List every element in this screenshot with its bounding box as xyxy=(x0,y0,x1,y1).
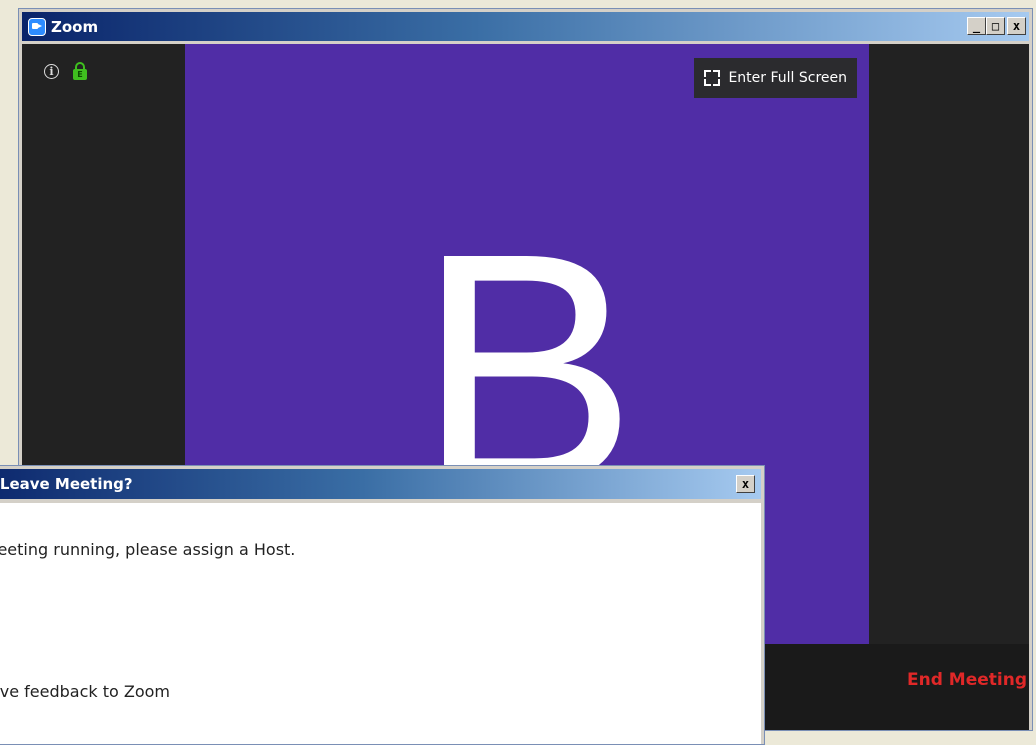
title-bar[interactable]: Zoom _ □ x xyxy=(22,12,1029,41)
dialog-body: is meeting running, please assign a Host… xyxy=(0,503,761,744)
close-button[interactable]: x xyxy=(1007,17,1026,35)
window-controls: _ □ x xyxy=(967,17,1026,35)
zoom-app-icon xyxy=(28,17,46,36)
end-meeting-button[interactable]: End Meeting xyxy=(907,670,1027,690)
dialog-close-button[interactable]: x xyxy=(736,475,755,493)
fullscreen-label: Enter Full Screen xyxy=(728,70,847,86)
end-or-leave-dialog: g or Leave Meeting? x is meeting running… xyxy=(0,465,765,745)
feedback-option[interactable]: to give feedback to Zoom xyxy=(0,682,170,701)
lock-icon[interactable]: E xyxy=(73,62,87,80)
dialog-title: g or Leave Meeting? xyxy=(0,475,133,493)
minimize-button[interactable]: _ xyxy=(967,17,986,35)
dialog-title-bar[interactable]: g or Leave Meeting? x xyxy=(0,469,761,499)
info-icon[interactable]: i xyxy=(44,63,59,79)
maximize-button[interactable]: □ xyxy=(986,17,1005,35)
fullscreen-icon xyxy=(704,70,721,86)
dialog-message: is meeting running, please assign a Host… xyxy=(0,540,296,559)
window-title: Zoom xyxy=(51,17,99,36)
meeting-status-icons: i E xyxy=(44,62,87,80)
enter-full-screen-button[interactable]: Enter Full Screen xyxy=(694,58,857,98)
